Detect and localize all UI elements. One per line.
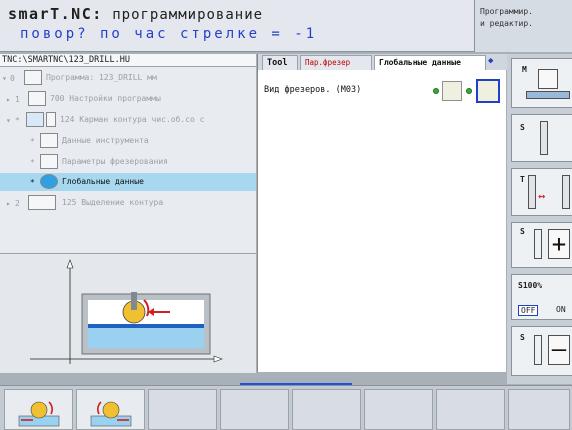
softkey-bar [0, 385, 572, 430]
tab-scroll-icon[interactable]: ◆ [488, 56, 500, 68]
tab-global-data[interactable]: Глобальные данные [374, 55, 486, 70]
tool-icon [46, 112, 56, 127]
tool-icon [540, 121, 548, 155]
contour-icon [28, 195, 56, 210]
conventional-milling-icon [90, 401, 132, 427]
tree-item-label: Глобальные данные [62, 177, 144, 186]
header-bar: smarT.NC: программирование повор? по час… [0, 0, 572, 52]
tree-item-global-data[interactable]: * Глобальные данные [0, 173, 256, 191]
mode-line-1: Программир. [480, 7, 533, 16]
softkey-label: M [522, 65, 527, 74]
tree-item-label: Данные инструмента [62, 136, 149, 145]
minus-icon: – [548, 335, 570, 365]
settings-icon [28, 91, 46, 106]
tree-index: * [30, 178, 35, 187]
tree-index: 0 [10, 74, 15, 83]
globe-icon [40, 174, 58, 189]
program-icon [24, 70, 42, 85]
tree-item-program[interactable]: ▾ 0 Программа: 123_DRILL мм [0, 69, 256, 87]
tree-item-milling-params[interactable]: * Параметры фрезерования [0, 153, 256, 171]
spindle-minus-softkey[interactable]: S – [511, 326, 572, 376]
spindle-plus-softkey[interactable]: S + [511, 222, 572, 268]
radio-climb-icon[interactable] [433, 88, 439, 94]
tab-bar: Tool Пар.фрезер Глобальные данные ◆ [258, 54, 507, 70]
climb-milling-icon [18, 401, 60, 427]
tree-index: 2 [15, 199, 20, 208]
empty-softkey-8[interactable] [508, 389, 570, 430]
milling-params-icon [40, 154, 58, 169]
program-tree[interactable]: ▾ 0 Программа: 123_DRILL мм ▸ 1 700 Наст… [0, 67, 256, 253]
pocket-icon [26, 112, 44, 127]
radio-conventional-icon[interactable] [466, 88, 472, 94]
empty-softkey-7[interactable] [436, 389, 505, 430]
collapse-icon[interactable]: ▸ [6, 199, 11, 208]
conventional-milling-icon[interactable] [476, 79, 500, 103]
m-function-softkey[interactable]: M [511, 58, 572, 108]
expand-icon[interactable]: ▾ [6, 116, 11, 125]
s-softkey[interactable]: S [511, 114, 572, 162]
tab-tool[interactable]: Tool [262, 55, 298, 70]
help-graphic [0, 253, 256, 373]
tree-index: * [30, 158, 35, 167]
table-icon [526, 91, 570, 99]
tool-icon [534, 335, 542, 365]
tree-index: * [15, 116, 20, 125]
on-indicator: ON [556, 305, 566, 314]
tree-index: 1 [15, 95, 20, 104]
softkey-label: S [520, 227, 525, 236]
tree-item-settings[interactable]: ▸ 1 700 Настройки программы [0, 90, 256, 108]
tree-item-contour[interactable]: ▸ 2 125 Выделение контура [0, 194, 256, 212]
file-path: TNC:\SMARTNC\123_DRILL.HU [0, 54, 256, 67]
tool-icon [534, 229, 542, 259]
softkey-label: T [520, 175, 525, 184]
softkey-label: S [520, 333, 525, 342]
collapse-icon[interactable]: ▸ [6, 95, 11, 104]
input-form: Tool Пар.фрезер Глобальные данные ◆ Вид … [257, 54, 507, 372]
t-softkey[interactable]: T ↔ [511, 168, 572, 216]
screen-title: smarT.NC: программирование [8, 5, 263, 23]
empty-softkey-5[interactable] [292, 389, 361, 430]
tool-icon [562, 175, 570, 209]
spindle-icon [538, 69, 558, 89]
climb-milling-softkey[interactable] [4, 389, 73, 430]
tree-item-tool-data[interactable]: * Данные инструмента [0, 132, 256, 150]
empty-softkey-4[interactable] [220, 389, 289, 430]
milling-direction-diagram [30, 259, 223, 364]
swap-arrow-icon: ↔ [538, 189, 546, 203]
mode-title: программирование [112, 7, 264, 23]
empty-softkey-6[interactable] [364, 389, 433, 430]
tree-item-label: Программа: 123_DRILL мм [46, 73, 157, 82]
tool-data-icon [40, 133, 58, 148]
spindle-override-softkey[interactable]: S100% OFF ON [511, 274, 572, 320]
climb-milling-icon[interactable] [442, 81, 462, 101]
tree-item-label: Параметры фрезерования [62, 157, 168, 166]
tree-item-label: 125 Выделение контура [62, 198, 164, 207]
milling-type-label: Вид фрезеров. (M03) [264, 85, 362, 95]
tree-item-label: 700 Настройки программы [50, 94, 161, 103]
softkey-column: M S T ↔ S + S100% OFF ON S – [507, 54, 572, 384]
conventional-milling-softkey[interactable] [76, 389, 145, 430]
tool-icon [528, 175, 536, 209]
expand-icon[interactable]: ▾ [2, 74, 7, 83]
dialog-prompt: повор? по час стрелке = -1 [20, 26, 318, 42]
mode-line-2: и редактир. [480, 19, 533, 28]
tree-index: * [30, 137, 35, 146]
brand-label: smarT.NC: [8, 5, 103, 23]
tree-item-pocket[interactable]: ▾ * 124 Карман контура чис.об.со с [0, 111, 256, 129]
empty-softkey-3[interactable] [148, 389, 217, 430]
operating-mode-box: Программир. и редактир. [474, 0, 572, 52]
softkey-label: S100% [518, 281, 543, 290]
tree-item-label: 124 Карман контура чис.об.со с [60, 115, 205, 124]
tab-milling-params[interactable]: Пар.фрезер [300, 55, 372, 70]
plus-icon: + [548, 229, 570, 259]
off-indicator: OFF [518, 305, 539, 316]
softkey-label: S [520, 123, 525, 132]
